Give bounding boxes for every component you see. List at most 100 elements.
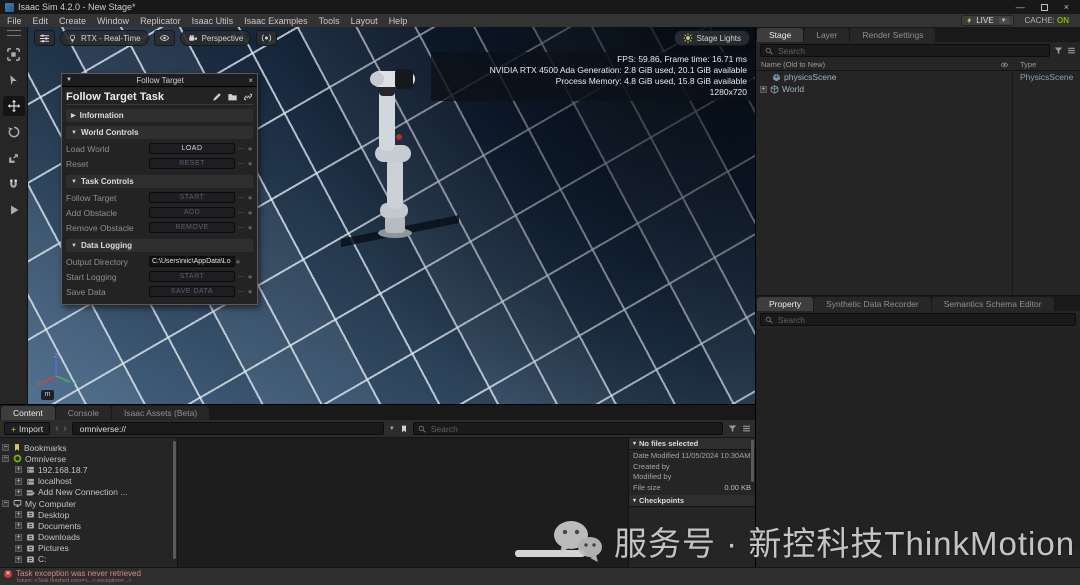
tree-item-localhost[interactable]: + localhost	[2, 476, 175, 487]
back-icon[interactable]: ‹	[55, 423, 58, 434]
start-logging-button[interactable]: START	[149, 271, 235, 282]
toolbar-grip-icon[interactable]	[7, 30, 21, 36]
stage-searchbox[interactable]	[760, 44, 1050, 57]
reset-button[interactable]: RESET	[149, 158, 235, 169]
type-column-header[interactable]: Type	[1020, 60, 1036, 69]
tree-item-c-drive[interactable]: + C:	[2, 554, 175, 565]
section-task-controls[interactable]: ▼ Task Controls	[66, 175, 253, 188]
stage-search-input[interactable]	[776, 45, 1045, 57]
expand-icon[interactable]: +	[760, 86, 767, 93]
follow-target-titlebar[interactable]: ▼ Follow Target ×	[62, 74, 257, 87]
tree-item-server[interactable]: + 192.168.18.7	[2, 464, 175, 475]
tab-content[interactable]: Content	[1, 406, 55, 420]
bookmark-toggle-icon[interactable]	[400, 424, 408, 434]
menu-isaac-utils[interactable]: Isaac Utils	[192, 16, 234, 26]
expand-icon[interactable]: +	[15, 511, 22, 518]
stage-row-physicsscene[interactable]: physicsScene PhysicsScene	[756, 71, 1080, 83]
tree-item-omniverse[interactable]: − Omniverse	[2, 453, 175, 464]
filter-icon[interactable]	[1054, 46, 1063, 55]
tab-layer[interactable]: Layer	[804, 28, 849, 42]
section-data-logging[interactable]: ▼ Data Logging	[66, 239, 253, 252]
error-message[interactable]: Task exception was never retrieved	[16, 569, 141, 578]
tree-scrollbar[interactable]	[173, 441, 176, 559]
section-information[interactable]: ▶ Information	[66, 109, 253, 122]
viewport-settings-button[interactable]	[34, 30, 55, 46]
selection-header[interactable]: ▾ No files selected	[629, 438, 755, 450]
menu-isaac-examples[interactable]: Isaac Examples	[244, 16, 308, 26]
path-input[interactable]	[78, 423, 378, 435]
property-searchbox[interactable]	[760, 313, 1076, 326]
options-icon[interactable]	[742, 424, 751, 433]
property-search-input[interactable]	[776, 314, 1071, 326]
tab-synthetic-data-recorder[interactable]: Synthetic Data Recorder	[814, 297, 931, 311]
tab-render-settings[interactable]: Render Settings	[850, 28, 935, 42]
stage-lights-button[interactable]: Stage Lights	[674, 30, 750, 46]
add-button[interactable]: ADD	[149, 207, 235, 218]
maximize-icon[interactable]	[1041, 4, 1048, 11]
collapse-icon[interactable]: −	[2, 444, 9, 451]
menu-tools[interactable]: Tools	[319, 16, 340, 26]
tree-item-add-connection[interactable]: + Add New Connection ...	[2, 487, 175, 498]
rotate-tool-button[interactable]	[3, 122, 25, 142]
content-search-input[interactable]	[429, 423, 718, 435]
tab-property[interactable]: Property	[757, 297, 813, 311]
path-bar[interactable]	[72, 422, 384, 435]
tree-item-desktop[interactable]: + Desktop	[2, 509, 175, 520]
output-directory-field[interactable]	[149, 256, 235, 267]
file-grid-area[interactable]	[178, 438, 628, 567]
start-button[interactable]: START	[149, 192, 235, 203]
expand-icon[interactable]: +	[15, 534, 22, 541]
name-column-header[interactable]: Name (Old to New)	[761, 60, 825, 69]
path-dropdown-icon[interactable]: ▼	[389, 426, 395, 432]
tree-item-bookmarks[interactable]: − Bookmarks	[2, 442, 175, 453]
minimize-icon[interactable]: —	[1016, 2, 1025, 12]
expand-icon[interactable]: +	[15, 522, 22, 529]
renderer-dropdown[interactable]: RTX - Real-Time	[60, 30, 149, 46]
stage-row-world[interactable]: + World	[756, 83, 1080, 95]
live-button[interactable]: LIVE ▼	[961, 15, 1013, 26]
visibility-button[interactable]	[154, 30, 175, 46]
menu-window[interactable]: Window	[97, 16, 129, 26]
forward-icon[interactable]: ›	[63, 423, 66, 434]
save-data-button[interactable]: SAVE DATA	[149, 286, 235, 297]
menu-replicator[interactable]: Replicator	[140, 16, 181, 26]
section-world-controls[interactable]: ▼ World Controls	[66, 126, 253, 139]
play-button[interactable]	[3, 200, 25, 220]
tree-item-downloads[interactable]: + Downloads	[2, 532, 175, 543]
collapse-icon[interactable]: −	[2, 500, 9, 507]
expand-icon[interactable]: +	[15, 466, 22, 473]
menu-create[interactable]: Create	[59, 16, 86, 26]
tab-isaac-assets[interactable]: Isaac Assets (Beta)	[112, 406, 209, 420]
menu-help[interactable]: Help	[389, 16, 408, 26]
expand-icon[interactable]: +	[15, 489, 22, 496]
load-button[interactable]: LOAD	[149, 143, 235, 154]
scale-tool-button[interactable]	[3, 148, 25, 168]
icon-size-slider[interactable]	[515, 550, 585, 557]
remove-button[interactable]: REMOVE	[149, 222, 235, 233]
details-scrollbar[interactable]	[751, 440, 754, 482]
panel-close-icon[interactable]: ×	[248, 76, 253, 85]
expand-icon[interactable]: +	[15, 545, 22, 552]
collapse-icon[interactable]: −	[2, 455, 9, 462]
folder-icon[interactable]	[227, 92, 238, 102]
options-icon[interactable]	[1067, 46, 1076, 55]
camera-dropdown[interactable]: Perspective	[180, 30, 252, 46]
viewport-3d[interactable]: RTX - Real-Time Perspective Stage Lights…	[28, 27, 755, 404]
edit-icon[interactable]	[212, 92, 222, 102]
cursor-tool-button[interactable]	[3, 70, 25, 90]
filter-icon[interactable]	[728, 424, 737, 433]
live-dropdown-icon[interactable]: ▼	[999, 18, 1009, 24]
import-button[interactable]: + Import	[4, 422, 50, 435]
expand-icon[interactable]: +	[15, 478, 22, 485]
tree-item-my-computer[interactable]: − My Computer	[2, 498, 175, 509]
content-searchbox[interactable]	[413, 422, 723, 435]
close-icon[interactable]: ×	[1064, 2, 1069, 12]
checkpoints-header[interactable]: ▾ Checkpoints	[629, 495, 755, 507]
snap-tool-button[interactable]	[3, 174, 25, 194]
expand-icon[interactable]: +	[15, 556, 22, 563]
tab-stage[interactable]: Stage	[757, 28, 803, 42]
menu-edit[interactable]: Edit	[33, 16, 49, 26]
menu-layout[interactable]: Layout	[351, 16, 378, 26]
link-icon[interactable]	[243, 92, 253, 102]
select-mode-button[interactable]	[3, 44, 25, 64]
